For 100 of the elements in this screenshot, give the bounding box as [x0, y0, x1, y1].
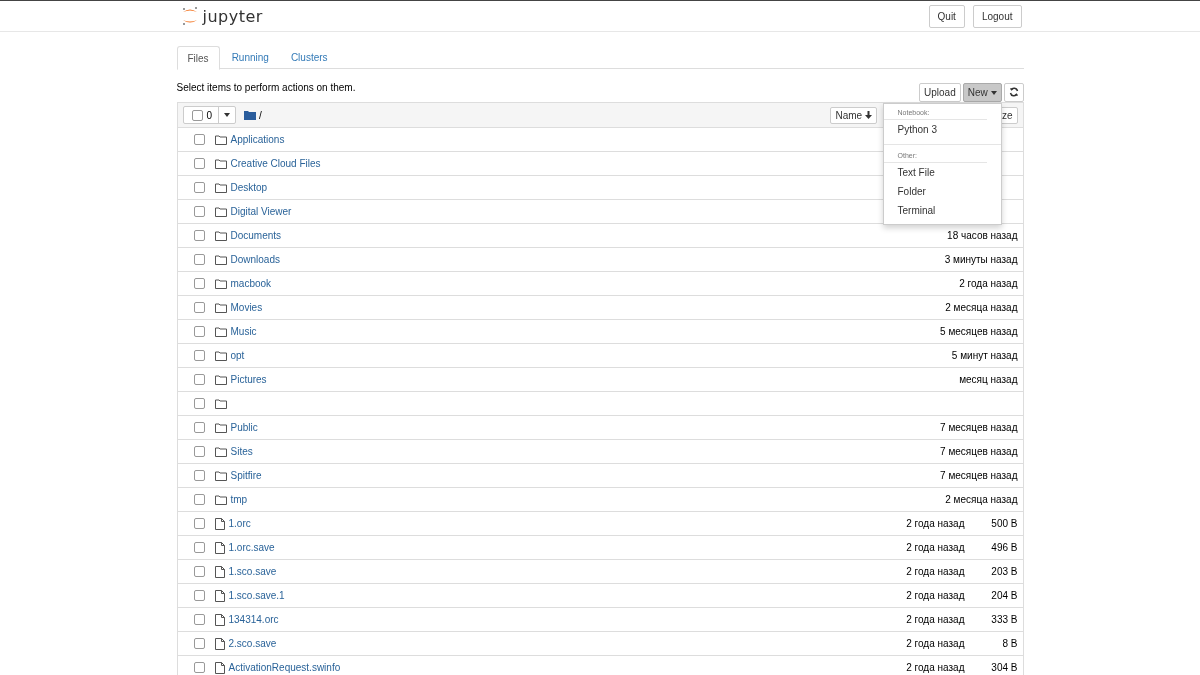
modified-text: 2 года назад [905, 614, 965, 625]
item-link[interactable]: Downloads [230, 254, 280, 265]
file-icon [214, 613, 225, 626]
row-checkbox[interactable] [193, 662, 205, 673]
upload-button[interactable]: Upload [919, 82, 961, 102]
row-checkbox[interactable] [193, 398, 205, 409]
row-checkbox[interactable] [193, 302, 205, 313]
folder-icon [214, 206, 227, 217]
file-icon [214, 637, 225, 650]
item-link[interactable]: ActivationRequest.swinfo [228, 662, 341, 673]
logo-icon [180, 6, 199, 26]
modified-text: 5 минут назад [950, 350, 1018, 361]
row-checkbox[interactable] [193, 638, 205, 649]
path-text[interactable]: / [259, 109, 262, 121]
item-link[interactable]: Movies [230, 302, 263, 313]
file-icon [214, 661, 225, 674]
item-link[interactable]: Digital Viewer [230, 206, 292, 217]
row-checkbox[interactable] [193, 206, 205, 217]
header-button[interactable]: Quit [928, 4, 965, 28]
refresh-icon [1008, 87, 1019, 97]
row-checkbox[interactable] [193, 182, 205, 193]
row-checkbox[interactable] [193, 374, 205, 385]
row-checkbox[interactable] [193, 230, 205, 241]
folder-icon [214, 278, 227, 289]
caret-icon [224, 113, 231, 117]
item-link[interactable]: tmp [230, 494, 248, 505]
row-checkbox[interactable] [193, 446, 205, 457]
row-checkbox[interactable] [193, 518, 205, 529]
modified-text: 2 года назад [905, 590, 965, 601]
item-link[interactable]: Desktop [230, 182, 268, 193]
row-checkbox[interactable] [193, 614, 205, 625]
hint-text: Select items to perform actions on them. [176, 81, 356, 93]
modified-text: 7 месяцев назад [939, 446, 1018, 457]
folder-icon [214, 350, 227, 361]
modified-text: 2 месяца назад [944, 494, 1018, 505]
modified-text: 2 года назад [905, 662, 965, 673]
item-link[interactable]: Music [230, 326, 257, 337]
row-checkbox[interactable] [193, 566, 205, 577]
item-link[interactable]: macbook [230, 278, 272, 289]
row-checkbox[interactable] [193, 494, 205, 505]
folder-icon [214, 446, 227, 457]
file-icon [214, 541, 225, 554]
item-link[interactable]: Pictures [230, 374, 267, 385]
menu-item[interactable]: Terminal [883, 200, 1001, 220]
tab[interactable]: Files [176, 46, 220, 70]
tab[interactable]: Clusters [280, 46, 338, 68]
modified-text: месяц назад [958, 374, 1018, 385]
row-checkbox[interactable] [193, 350, 205, 361]
caret-icon [990, 90, 997, 95]
file-icon [214, 589, 225, 602]
folder-icon [214, 230, 227, 241]
item-link[interactable]: Documents [230, 230, 282, 241]
tab[interactable]: Running [221, 46, 279, 68]
refresh-button[interactable] [1003, 82, 1024, 102]
row-checkbox[interactable] [193, 158, 205, 169]
menu-item[interactable]: Python 3 [883, 119, 1001, 139]
size-text: 500 B [990, 518, 1018, 529]
row-checkbox[interactable] [193, 470, 205, 481]
row-checkbox[interactable] [193, 278, 205, 289]
row-checkbox[interactable] [193, 326, 205, 337]
item-link[interactable]: Sites [230, 446, 253, 457]
header-button[interactable]: Logout [972, 4, 1022, 28]
size-text: 203 B [990, 566, 1018, 577]
arrow-down-icon [864, 110, 872, 119]
modified-text: 18 часов назад [946, 230, 1018, 241]
file-icon [214, 565, 225, 578]
new-button[interactable]: New [962, 82, 1002, 102]
size-text: 304 B [990, 662, 1018, 673]
menu-item[interactable]: Text File [883, 162, 1001, 182]
row-checkbox[interactable] [193, 254, 205, 265]
item-link[interactable]: Applications [230, 134, 285, 145]
item-link[interactable]: 1.orc.save [228, 542, 275, 553]
size-text: 496 B [990, 542, 1018, 553]
row-checkbox[interactable] [193, 542, 205, 553]
folder-icon [214, 422, 227, 433]
row-checkbox[interactable] [193, 590, 205, 601]
menu-item[interactable]: Folder [883, 181, 1001, 201]
row-checkbox[interactable] [193, 422, 205, 433]
item-link[interactable]: 1.sco.save.1 [228, 590, 285, 601]
item-link[interactable]: Creative Cloud Files [230, 158, 321, 169]
row-checkbox[interactable] [193, 134, 205, 145]
item-link[interactable]: 2.sco.save [228, 638, 277, 649]
item-link[interactable]: opt [230, 350, 245, 361]
item-link[interactable]: Public [230, 422, 258, 433]
modified-text: 2 месяца назад [944, 302, 1018, 313]
sort-button[interactable]: Name [830, 106, 877, 124]
folder-icon [214, 134, 227, 145]
size-text: 8 B [1001, 638, 1018, 649]
folder-icon [214, 182, 227, 193]
item-link[interactable]: Spitfire [230, 470, 262, 481]
select-all-checkbox[interactable] [191, 109, 203, 121]
folder-icon [214, 158, 227, 169]
folder-icon [214, 254, 227, 265]
folder-icon [214, 302, 227, 313]
folder-icon [214, 470, 227, 481]
item-link[interactable]: 1.sco.save [228, 566, 277, 577]
modified-text: 2 года назад [958, 278, 1018, 289]
modified-text: 2 года назад [905, 566, 965, 577]
item-link[interactable]: 134314.orc [228, 614, 279, 625]
item-link[interactable]: 1.orc [228, 518, 251, 529]
